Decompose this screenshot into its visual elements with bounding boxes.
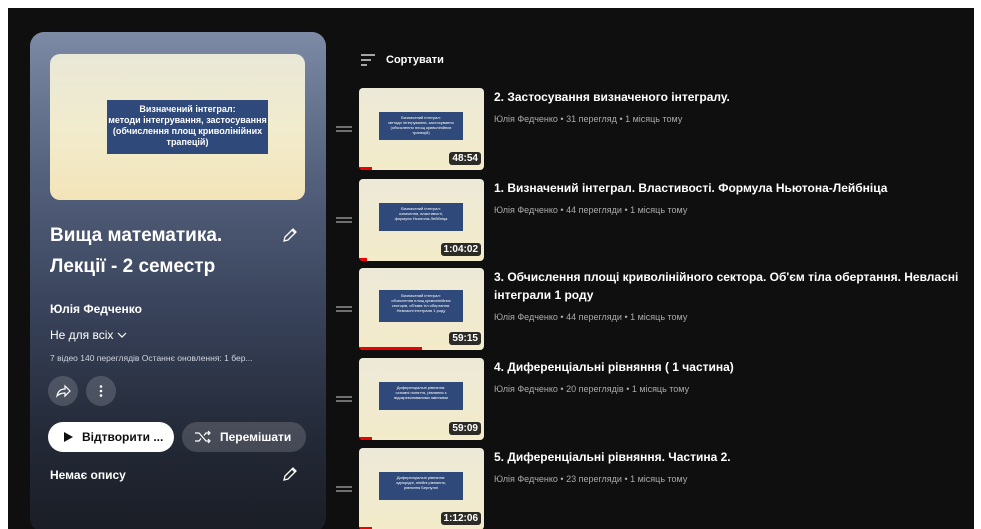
video-meta: Юлія Федченко • 44 перегляди • 1 місяць … — [494, 312, 688, 322]
thumbnail-title-box: Визначений інтеграл: методи інтегрування… — [379, 112, 463, 140]
video-title[interactable]: 3. Обчислення площі криволінійного секто… — [494, 268, 964, 304]
playlist-stats: 7 відео 140 переглядів Останнє оновлення… — [50, 353, 253, 363]
watch-progress-bar — [359, 437, 372, 440]
watch-progress-bar — [359, 167, 372, 170]
video-meta: Юлія Федченко • 23 перегляди • 1 місяць … — [494, 474, 688, 484]
playlist-header-panel: Визначений інтеграл: методи інтегрування… — [30, 32, 326, 529]
thumbnail-title-box: Диференціальні рівняння: однорідні, ліні… — [379, 472, 463, 500]
sort-button[interactable]: Сортувати — [360, 53, 444, 67]
drag-handle-icon[interactable] — [336, 394, 352, 404]
edit-description-pencil-icon[interactable] — [280, 464, 300, 484]
video-thumbnail[interactable]: Визначений інтеграл: обчислення площ кри… — [359, 268, 484, 350]
playlist-video-item[interactable]: Визначений інтеграл: означення, властиво… — [336, 179, 974, 261]
playlist-description: Немає опису — [50, 468, 126, 482]
youtube-playlist-page: Визначений інтеграл: методи інтегрування… — [8, 8, 974, 529]
video-meta: Юлія Федченко • 44 перегляди • 1 місяць … — [494, 205, 688, 215]
privacy-dropdown[interactable]: Не для всіх — [50, 328, 127, 342]
video-duration: 1:12:06 — [440, 512, 481, 525]
play-all-label: Відтворити ... — [82, 430, 164, 444]
video-meta: Юлія Федченко • 20 переглядів • 1 місяць… — [494, 384, 690, 394]
play-all-button[interactable]: Відтворити ... — [48, 422, 174, 452]
privacy-label: Не для всіх — [50, 328, 114, 342]
shuffle-button[interactable]: Перемішати — [182, 422, 306, 452]
video-duration: 1:04:02 — [440, 243, 481, 256]
playlist-title-line-2: Лекції - 2 семестр — [50, 256, 216, 277]
drag-handle-icon[interactable] — [336, 304, 352, 314]
video-thumbnail[interactable]: Диференціальні рівняння: основні поняття… — [359, 358, 484, 440]
sort-icon — [361, 54, 375, 66]
playlist-video-item[interactable]: Визначений інтеграл: обчислення площ кри… — [336, 268, 974, 350]
thumbnail-title-box: Диференціальні рівняння: основні поняття… — [379, 382, 463, 410]
drag-handle-icon[interactable] — [336, 484, 352, 494]
playlist-video-item[interactable]: Визначений інтеграл: методи інтегрування… — [336, 88, 974, 170]
video-title[interactable]: 4. Диференціальні рівняння ( 1 частина) — [494, 358, 964, 376]
video-duration: 48:54 — [449, 152, 481, 165]
watch-progress-bar — [359, 347, 422, 350]
playlist-cover-thumbnail[interactable]: Визначений інтеграл: методи інтегрування… — [50, 54, 305, 200]
playlist-video-item[interactable]: Диференціальні рівняння: основні поняття… — [336, 358, 974, 440]
video-duration: 59:09 — [449, 422, 481, 435]
playlist-video-item[interactable]: Диференціальні рівняння: однорідні, ліні… — [336, 448, 974, 529]
video-meta: Юлія Федченко • 31 перегляд • 1 місяць т… — [494, 114, 683, 124]
video-thumbnail[interactable]: Визначений інтеграл: методи інтегрування… — [359, 88, 484, 170]
cover-title-box: Визначений інтеграл: методи інтегрування… — [107, 100, 268, 154]
chevron-down-icon — [117, 332, 127, 338]
edit-title-pencil-icon[interactable] — [280, 225, 300, 245]
video-title[interactable]: 2. Застосування визначеного інтегралу. — [494, 88, 964, 106]
playlist-title: Вища математика. Лекції - 2 семестр — [50, 220, 280, 282]
video-duration: 59:15 — [449, 332, 481, 345]
share-icon — [56, 384, 71, 398]
more-vert-icon — [99, 385, 103, 397]
shuffle-icon — [195, 430, 211, 444]
drag-handle-icon[interactable] — [336, 124, 352, 134]
more-actions-button[interactable] — [86, 376, 116, 406]
sort-label: Сортувати — [386, 54, 444, 66]
play-icon — [64, 432, 73, 442]
drag-handle-icon[interactable] — [336, 215, 352, 225]
video-thumbnail[interactable]: Визначений інтеграл: означення, властиво… — [359, 179, 484, 261]
playlist-owner-name[interactable]: Юлія Федченко — [50, 302, 142, 316]
thumbnail-title-box: Визначений інтеграл: означення, властиво… — [379, 203, 463, 231]
shuffle-label: Перемішати — [220, 430, 292, 444]
video-title[interactable]: 5. Диференціальні рівняння. Частина 2. — [494, 448, 964, 466]
thumbnail-title-box: Визначений інтеграл: обчислення площ кри… — [379, 290, 463, 322]
share-button[interactable] — [48, 376, 78, 406]
video-title[interactable]: 1. Визначений інтеграл. Властивості. Фор… — [494, 179, 964, 197]
watch-progress-bar — [359, 258, 367, 261]
video-thumbnail[interactable]: Диференціальні рівняння: однорідні, ліні… — [359, 448, 484, 529]
playlist-title-line-1: Вища математика. — [50, 225, 223, 246]
